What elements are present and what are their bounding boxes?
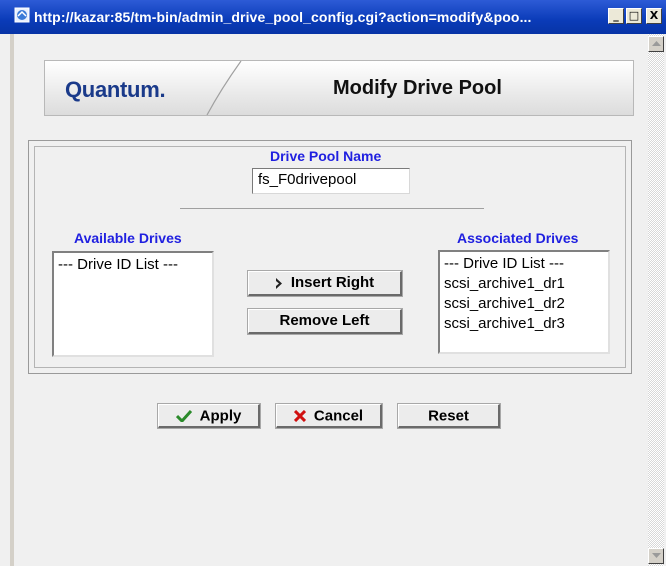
available-drives-listbox[interactable]: --- Drive ID List --- xyxy=(52,251,214,357)
close-icon: X xyxy=(649,9,659,22)
scroll-up-icon xyxy=(652,41,661,46)
vertical-scrollbar[interactable] xyxy=(648,34,664,566)
list-item[interactable]: --- Drive ID List --- xyxy=(444,254,604,274)
cancel-label: Cancel xyxy=(313,407,364,425)
insert-right-button[interactable]: Insert Right xyxy=(247,270,403,297)
header-separator-swoosh xyxy=(206,61,242,115)
insert-right-label: Insert Right xyxy=(290,274,375,292)
associated-drives-label: Associated Drives xyxy=(457,230,579,246)
list-item[interactable]: scsi_archive1_dr1 xyxy=(444,274,604,294)
list-item[interactable]: scsi_archive1_dr3 xyxy=(444,314,604,334)
apply-check-icon xyxy=(175,410,192,423)
available-drives-label: Available Drives xyxy=(74,230,182,246)
minimize-icon: _ xyxy=(613,9,619,22)
remove-left-button[interactable]: Remove Left xyxy=(247,308,403,335)
reset-label: Reset xyxy=(428,407,469,425)
maximize-icon: □ xyxy=(628,9,640,22)
scroll-down-button[interactable] xyxy=(648,548,664,564)
cancel-x-icon xyxy=(293,410,306,423)
reset-button[interactable]: Reset xyxy=(397,403,501,429)
window-titlebar[interactable]: http://kazar:85/tm-bin/admin_drive_pool_… xyxy=(0,0,666,34)
cancel-button[interactable]: Cancel xyxy=(275,403,383,429)
scroll-down-icon xyxy=(652,553,661,558)
browser-page-icon xyxy=(14,7,30,23)
scroll-up-button[interactable] xyxy=(648,36,664,52)
close-button[interactable]: X xyxy=(646,8,662,24)
insert-right-arrow-icon xyxy=(275,277,282,289)
list-item[interactable]: scsi_archive1_dr2 xyxy=(444,294,604,314)
maximize-button[interactable]: □ xyxy=(626,8,642,24)
apply-label: Apply xyxy=(199,407,242,425)
window-title: http://kazar:85/tm-bin/admin_drive_pool_… xyxy=(34,9,532,25)
associated-drives-listbox[interactable]: --- Drive ID List --- scsi_archive1_dr1 … xyxy=(438,250,610,354)
minimize-button[interactable]: _ xyxy=(608,8,624,24)
form-divider xyxy=(180,208,484,209)
list-item[interactable]: --- Drive ID List --- xyxy=(58,255,208,275)
remove-left-label: Remove Left xyxy=(279,312,370,330)
quantum-logo: Quantum. xyxy=(65,77,166,102)
pool-name-input[interactable]: fs_F0drivepool xyxy=(252,168,410,194)
apply-button[interactable]: Apply xyxy=(157,403,261,429)
page-header: Quantum. Modify Drive Pool xyxy=(44,60,634,116)
pool-name-label: Drive Pool Name xyxy=(270,148,382,164)
page-title: Modify Drive Pool xyxy=(333,77,502,99)
